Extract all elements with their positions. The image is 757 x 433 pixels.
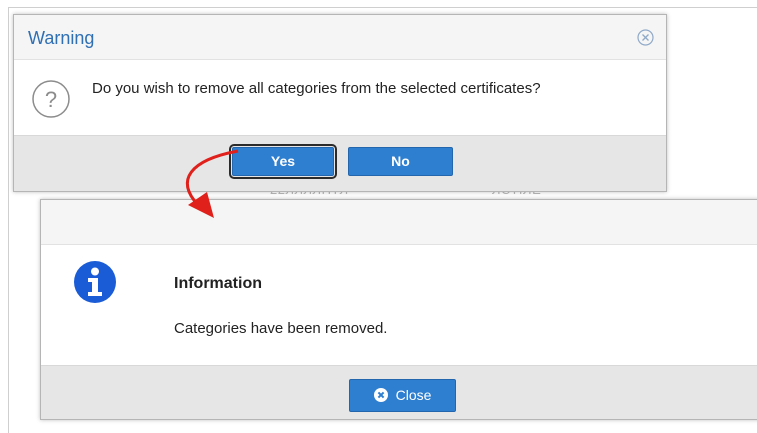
question-circle-icon: ? <box>31 79 71 119</box>
background-frame-top <box>8 7 757 8</box>
close-button[interactable]: Close <box>349 379 456 412</box>
no-button[interactable]: No <box>348 147 453 176</box>
warning-dialog-footer <box>14 135 666 191</box>
circle-x-icon[interactable] <box>637 29 654 46</box>
screenshot-canvas: 22ЛЛЛЛПТЛ ЛСТІЛЕ Warning ? Do you wish t… <box>0 0 757 433</box>
warning-dialog-title: Warning <box>28 28 95 48</box>
information-message: Categories have been removed. <box>174 320 388 337</box>
info-circle-icon <box>73 260 117 304</box>
background-frame-left <box>8 7 9 433</box>
warning-dialog-header: Warning <box>14 15 666 60</box>
warning-message: Do you wish to remove all categories fro… <box>92 80 541 97</box>
close-button-label: Close <box>395 387 432 403</box>
warning-dialog: Warning ? Do you wish to remove all cate… <box>13 14 667 192</box>
information-dialog: Information Categories have been removed… <box>40 199 757 420</box>
information-title: Information <box>174 275 262 292</box>
information-dialog-header <box>41 200 757 245</box>
yes-button[interactable]: Yes <box>229 144 337 179</box>
circle-x-icon <box>373 382 388 402</box>
svg-text:?: ? <box>45 87 57 112</box>
